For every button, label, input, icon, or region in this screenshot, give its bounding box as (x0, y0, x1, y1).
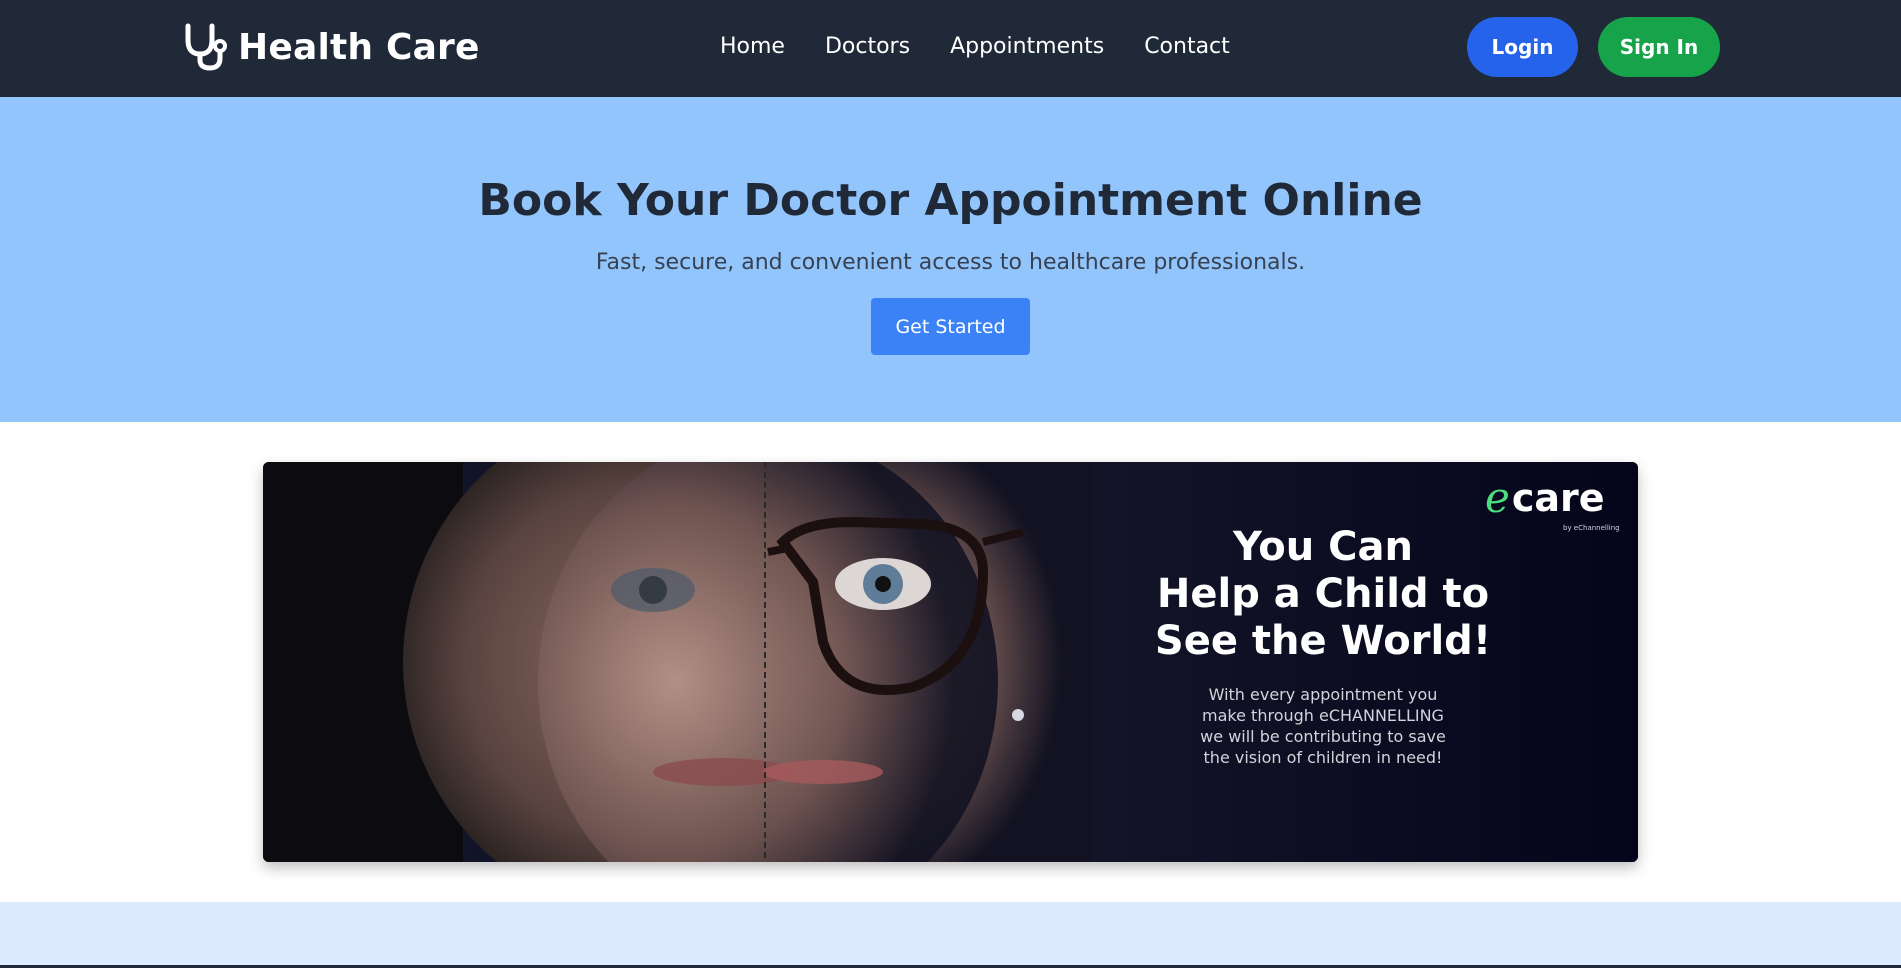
nav-doctors[interactable]: Doctors (825, 34, 910, 59)
banner-headline: You Can Help a Child to See the World! (1154, 524, 1492, 664)
promo-banner[interactable]: e care by eChannelling You Can Help a Ch… (263, 462, 1638, 862)
sign-in-button[interactable]: Sign In (1598, 17, 1720, 77)
nav-home[interactable]: Home (720, 34, 785, 59)
banner-subtext: With every appointment you make through … (1200, 685, 1446, 767)
brand[interactable]: Health Care (180, 22, 480, 72)
nav-contact[interactable]: Contact (1144, 34, 1230, 59)
nav-appointments[interactable]: Appointments (950, 34, 1104, 59)
brand-title: Health Care (238, 26, 480, 68)
top-navbar: Health Care Home Doctors Appointments Co… (0, 0, 1901, 97)
ecare-logo: e care by eChannelling (1485, 473, 1620, 533)
login-button[interactable]: Login (1467, 17, 1578, 77)
get-started-button[interactable]: Get Started (871, 298, 1030, 355)
main-nav: Home Doctors Appointments Contact (720, 34, 1230, 59)
hero-subtitle: Fast, secure, and convenient access to h… (595, 250, 1306, 275)
hero-section: Book Your Doctor Appointment Online Fast… (0, 97, 1901, 422)
lower-section (0, 902, 1901, 968)
stethoscope-icon (180, 22, 230, 72)
hero-title: Book Your Doctor Appointment Online (478, 175, 1423, 226)
